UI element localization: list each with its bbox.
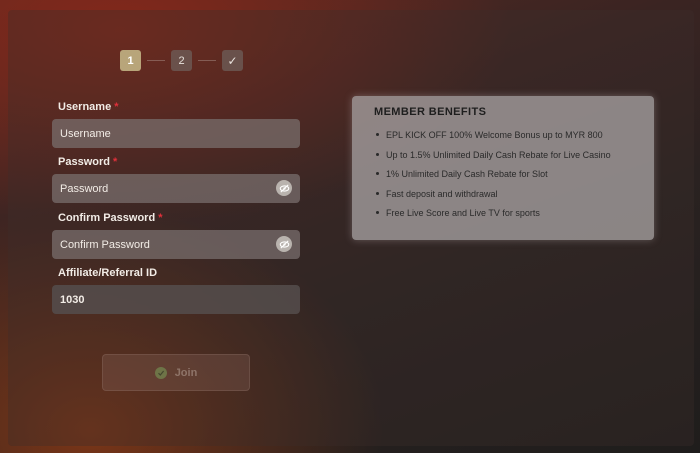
step-2: 2	[171, 50, 192, 71]
member-benefits-card: MEMBER BENEFITS EPL KICK OFF 100% Welcom…	[352, 96, 654, 240]
referral-input[interactable]	[52, 285, 300, 314]
check-circle-icon	[154, 366, 167, 379]
username-label-text: Username	[58, 101, 112, 113]
password-label-text: Password	[58, 156, 110, 168]
confirm-password-input-wrapper	[52, 230, 300, 259]
confirm-password-field-group: Confirm Password *	[52, 212, 300, 259]
benefits-list: EPL KICK OFF 100% Welcome Bonus up to MY…	[374, 129, 640, 227]
eye-off-icon[interactable]	[276, 236, 292, 252]
benefits-title: MEMBER BENEFITS	[374, 106, 487, 118]
step-complete: ✓	[222, 50, 243, 71]
check-icon: ✓	[227, 53, 238, 68]
password-label: Password *	[58, 156, 300, 169]
benefit-item: EPL KICK OFF 100% Welcome Bonus up to MY…	[374, 129, 640, 149]
password-input[interactable]	[52, 174, 300, 203]
step-connector	[198, 60, 216, 61]
username-input-wrapper	[52, 119, 300, 148]
required-mark: *	[112, 156, 118, 168]
eye-off-icon[interactable]	[276, 180, 292, 196]
confirm-password-input[interactable]	[52, 230, 300, 259]
benefit-item: Up to 1.5% Unlimited Daily Cash Rebate f…	[374, 149, 640, 169]
required-mark: *	[158, 212, 163, 224]
referral-label: Affiliate/Referral ID	[58, 267, 300, 280]
password-input-wrapper	[52, 174, 300, 203]
confirm-password-label-text: Confirm Password	[58, 212, 156, 224]
confirm-password-label: Confirm Password *	[58, 212, 300, 225]
step-1: 1	[120, 50, 141, 71]
username-input[interactable]	[52, 119, 300, 148]
join-button-label: Join	[174, 366, 198, 379]
registration-stepper: 1 2 ✓	[120, 50, 243, 71]
referral-label-text: Affiliate/Referral ID	[58, 267, 158, 279]
benefit-item: Free Live Score and Live TV for sports	[374, 207, 640, 227]
referral-input-wrapper	[52, 285, 300, 314]
step-connector	[147, 60, 165, 61]
benefit-item: 1% Unlimited Daily Cash Rebate for Slot	[374, 168, 640, 188]
username-field-group: Username *	[52, 101, 300, 148]
referral-field-group: Affiliate/Referral ID	[52, 267, 300, 314]
benefit-item: Fast deposit and withdrawal	[374, 188, 640, 208]
password-field-group: Password *	[52, 156, 300, 203]
join-button[interactable]: Join	[102, 354, 250, 391]
required-mark: *	[114, 101, 119, 113]
username-label: Username *	[58, 101, 300, 114]
